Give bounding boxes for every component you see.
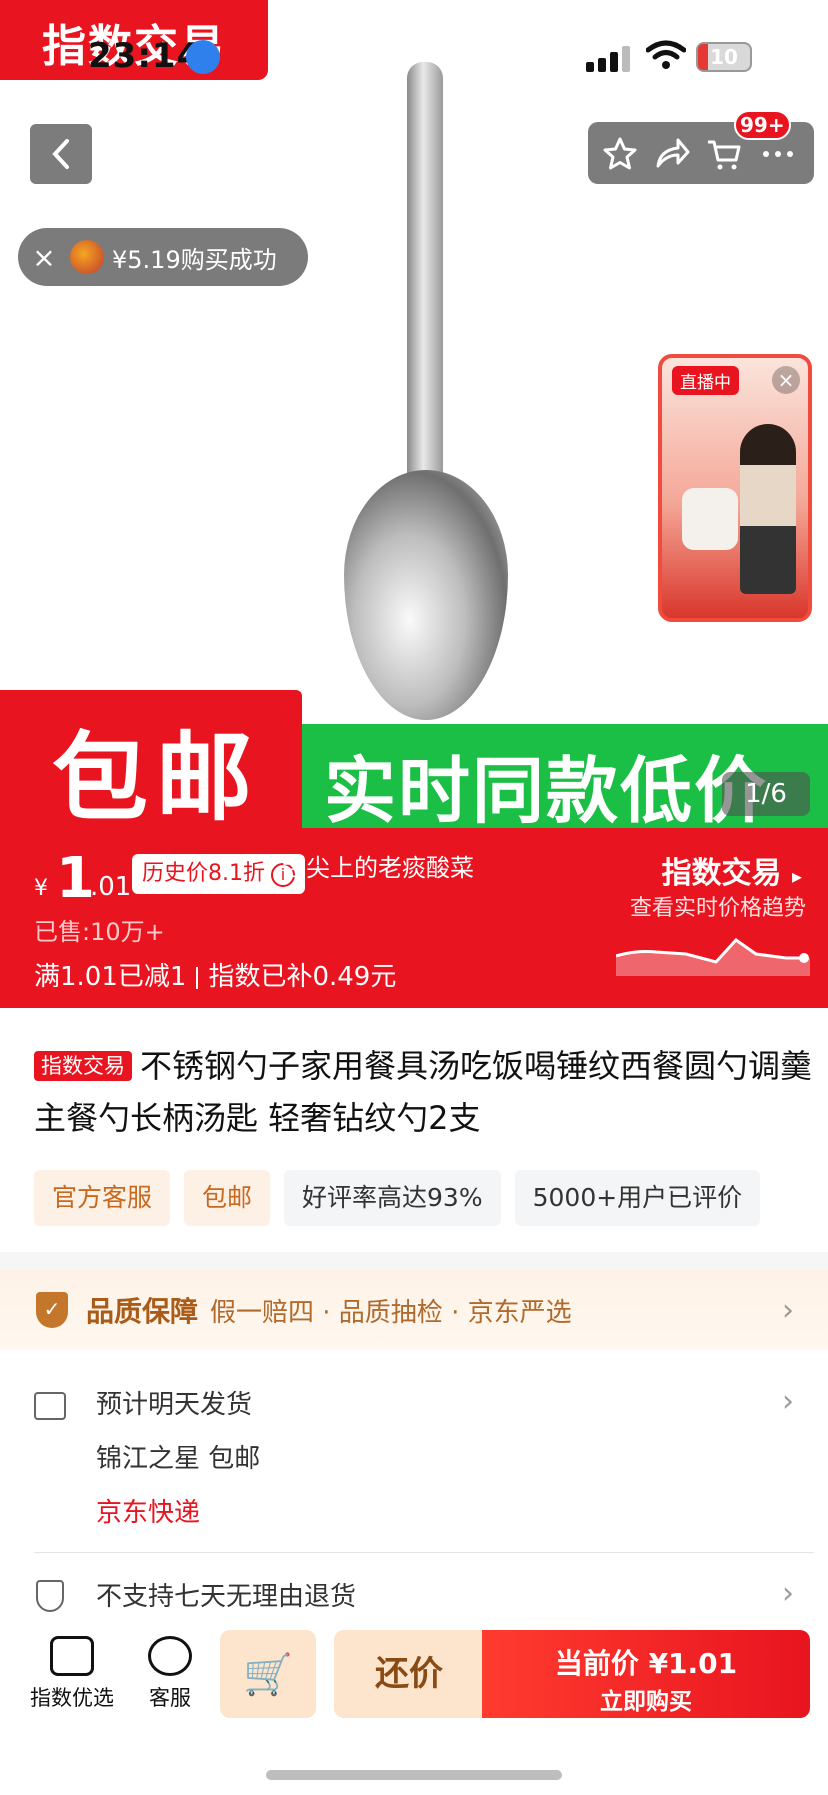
- chevron-left-icon: [52, 139, 69, 169]
- chip-reviews[interactable]: 5000+用户已评价: [514, 1170, 761, 1226]
- chip-rating[interactable]: 好评率高达93%: [284, 1170, 501, 1226]
- truck-icon: [34, 1392, 66, 1420]
- share-icon[interactable]: [654, 136, 690, 172]
- customer-service-button[interactable]: 客服: [130, 1630, 210, 1712]
- chip-free-shipping[interactable]: 包邮: [184, 1170, 271, 1226]
- service-chips: 官方客服 包邮 好评率高达93% 5000+用户已评价: [34, 1170, 828, 1226]
- bargain-button[interactable]: 还价: [334, 1630, 484, 1718]
- index-trade-link[interactable]: 指数交易 ▸: [662, 848, 803, 892]
- live-stream-card[interactable]: 直播中 ×: [658, 354, 812, 622]
- buy-now-label: 立即购买: [600, 1689, 692, 1715]
- close-icon[interactable]: ×: [772, 366, 800, 394]
- more-icon[interactable]: [760, 136, 796, 172]
- discount-info: 满1.01已减1 指数已补0.49元: [34, 956, 396, 993]
- cellular-signal-icon: [586, 44, 636, 72]
- live-tag: 直播中: [672, 366, 739, 395]
- home-indicator[interactable]: [266, 1770, 562, 1780]
- discount-right: 指数已补0.49元: [208, 962, 397, 992]
- price-section: ¥ 1 .01 历史价8.1折 i 舌尖上的老痰酸菜 已售:10万+ 满1.01已…: [0, 828, 828, 1008]
- price-decimal: .01: [90, 872, 132, 902]
- history-price-text: 历史价8.1折: [142, 861, 265, 886]
- store-icon: [50, 1636, 94, 1676]
- chip-official-service[interactable]: 官方客服: [34, 1170, 171, 1226]
- index-home-button[interactable]: 指数优选: [24, 1630, 120, 1712]
- smiley-service-icon: [148, 1636, 192, 1676]
- purchase-toast: × ¥5.19购买成功: [18, 228, 308, 286]
- service-label: 客服: [149, 1686, 191, 1710]
- buyer-avatar: [70, 240, 104, 274]
- return-policy[interactable]: 不支持七天无理由退货: [96, 1576, 356, 1613]
- product-title: 指数交易 不锈钢勺子家用餐具汤吃饭喝锤纹西餐圆勺调羹主餐勺长柄汤匙 轻奢钻纹勺2支: [34, 1040, 814, 1144]
- currency-symbol: ¥: [34, 876, 48, 901]
- wifi-icon: [646, 40, 686, 69]
- buy-now-button[interactable]: 当前价 ¥1.01 立即购买: [482, 1630, 810, 1718]
- spoon-handle-image: [407, 62, 443, 502]
- divider: [34, 1552, 814, 1553]
- free-shipping-banner: 包邮: [0, 690, 302, 828]
- index-trade-label: 指数交易: [661, 856, 782, 891]
- toast-text: ¥5.19购买成功: [112, 245, 277, 274]
- quality-title: 品质保障: [86, 1295, 199, 1328]
- shipping-store: 锦江之星 包邮: [96, 1444, 261, 1474]
- add-to-cart-button[interactable]: 🛒: [220, 1630, 316, 1718]
- quality-guarantee-row[interactable]: ✓ 品质保障 假一赔四 · 品质抽检 · 京东严选 ›: [0, 1270, 828, 1350]
- caret-right-icon: ▸: [791, 864, 802, 888]
- chevron-right-icon: ›: [782, 1384, 794, 1419]
- discount-left: 满1.01已减1: [34, 962, 187, 992]
- history-price-badge[interactable]: 历史价8.1折 i: [132, 854, 305, 894]
- index-trade-subtitle: 查看实时价格趋势: [629, 896, 806, 921]
- close-icon[interactable]: ×: [18, 241, 70, 274]
- back-button[interactable]: [30, 124, 92, 184]
- star-favorite-icon[interactable]: [602, 136, 638, 172]
- overlay-text: 舌尖上的老痰酸菜: [282, 854, 474, 882]
- courier-name: 京东快递: [96, 1498, 201, 1528]
- index-trade-tag: 指数交易: [34, 1051, 132, 1081]
- cart-plus-icon: 🛒: [243, 1651, 293, 1698]
- cart-icon[interactable]: [706, 136, 742, 172]
- product-title-text: 不锈钢勺子家用餐具汤吃饭喝锤纹西餐圆勺调羹主餐勺长柄汤匙 轻奢钻纹勺2支: [34, 1047, 813, 1137]
- chevron-right-icon: ›: [782, 1576, 794, 1611]
- live-host-image: [740, 424, 796, 594]
- battery-indicator: 10: [696, 42, 752, 72]
- current-price-label: 当前价 ¥1.01: [554, 1647, 738, 1680]
- location-arrow-icon: [186, 40, 220, 74]
- sold-count: 已售:10万+: [34, 918, 165, 946]
- shield-icon: [36, 1580, 64, 1612]
- status-time: 23:14: [88, 36, 202, 76]
- shield-check-icon: ✓: [36, 1292, 68, 1328]
- shipping-eta: 预计明天发货: [96, 1390, 253, 1420]
- image-page-indicator: 1/6: [722, 772, 810, 816]
- quality-items: 假一赔四 · 品质抽检 · 京东严选: [210, 1297, 572, 1328]
- index-home-label: 指数优选: [30, 1686, 114, 1710]
- section-divider: [0, 1252, 828, 1270]
- bottom-action-bar: 指数优选 客服 🛒 还价 当前价 ¥1.01 立即购买: [0, 1620, 828, 1730]
- chevron-right-icon: ›: [782, 1292, 794, 1328]
- spoon-bowl-image: [344, 470, 508, 720]
- cart-count-badge: 99+: [734, 110, 791, 140]
- price-trend-sparkline[interactable]: [616, 926, 810, 976]
- product-image-gallery[interactable]: 指数交易 23:14 10 99+ × ¥5.19购买成功 直播中 × 包邮 实…: [0, 0, 828, 828]
- live-chair-image: [682, 488, 738, 550]
